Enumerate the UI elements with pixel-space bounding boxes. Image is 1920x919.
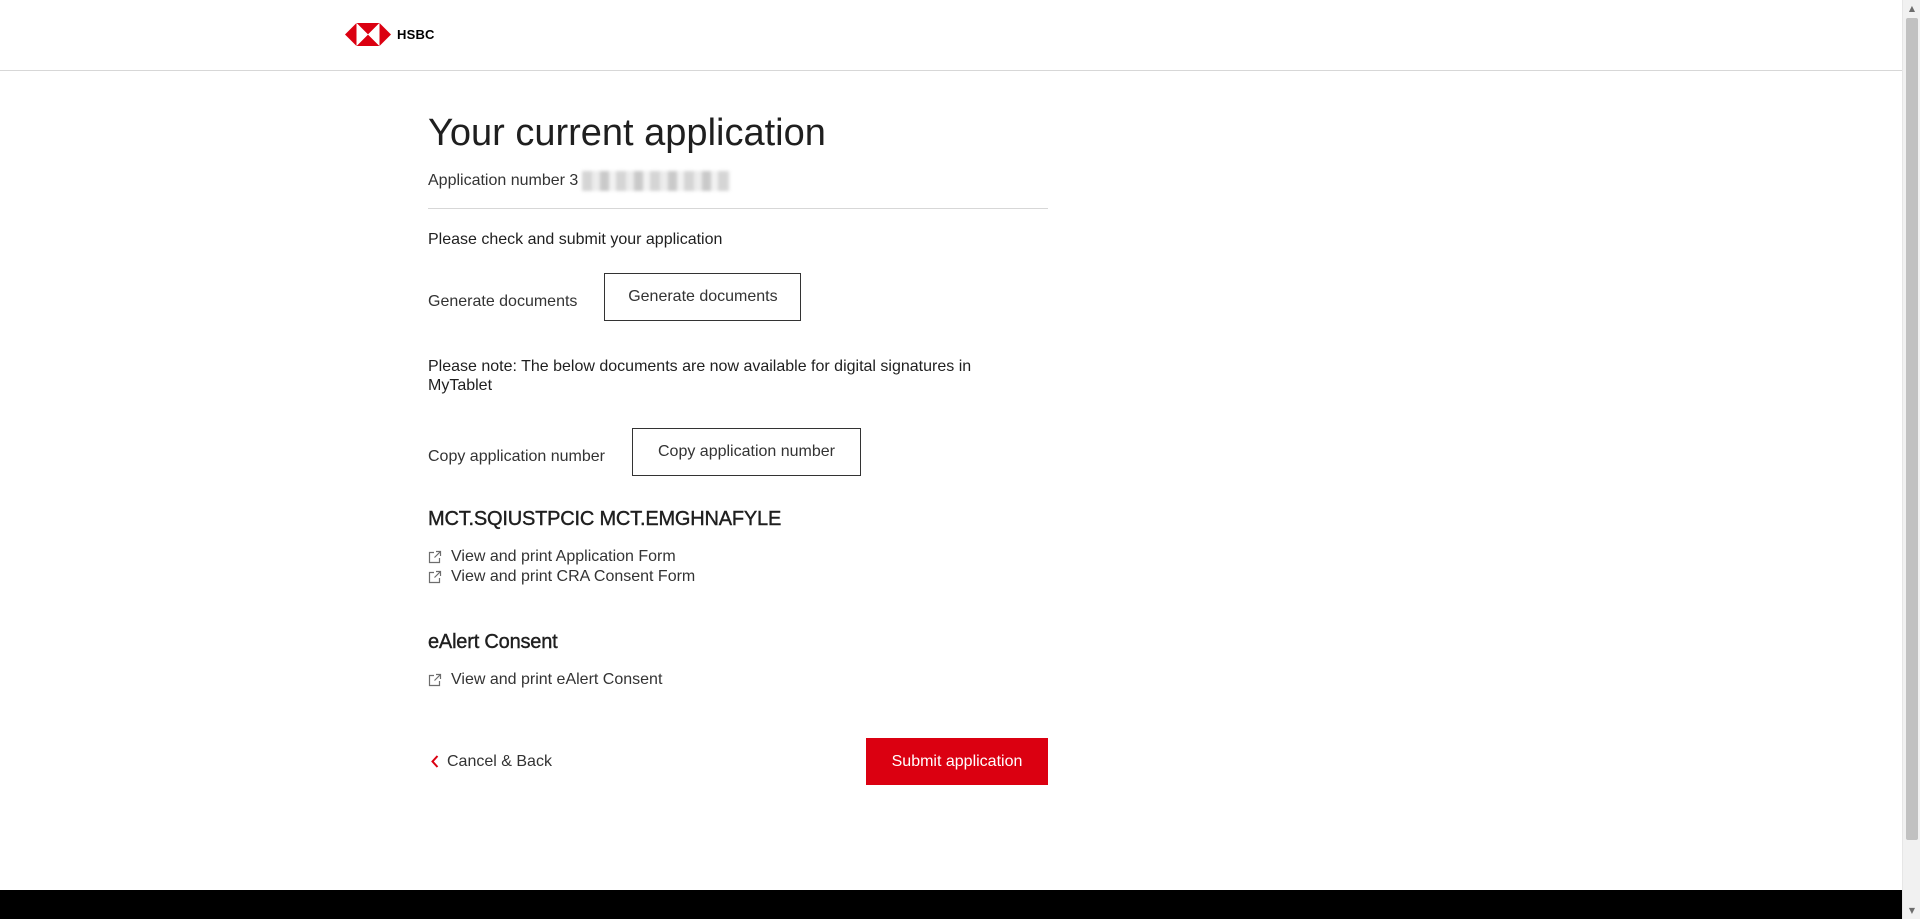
redacted-application-number [582, 171, 731, 191]
view-application-form-link[interactable]: View and print Application Form [428, 547, 1048, 567]
generate-documents-label: Generate documents [428, 292, 578, 310]
main-content: Your current application Application num… [428, 110, 1048, 785]
form-actions: Cancel & Back Submit application [428, 738, 1048, 785]
divider [428, 208, 1048, 209]
scroll-up-arrow-icon[interactable]: ▲ [1903, 0, 1920, 17]
section-heading-ealert: eAlert Consent [428, 631, 558, 653]
applicant-documents-list: View and print Application Form View and… [428, 547, 1048, 587]
view-cra-consent-form-label: View and print CRA Consent Form [451, 568, 696, 585]
section-heading-applicant: MCT.SQIUSTPCIC MCT.EMGHNAFYLE [428, 508, 782, 530]
note-text: Please note: The below documents are now… [428, 358, 972, 394]
instruction-text: Please check and submit your application [428, 231, 723, 248]
hsbc-logo[interactable]: HSBC [345, 23, 435, 46]
view-ealert-consent-label: View and print eAlert Consent [451, 671, 663, 688]
external-link-icon [428, 570, 442, 584]
vertical-scrollbar[interactable]: ▲ ▼ [1902, 0, 1920, 919]
chevron-left-icon [431, 755, 439, 768]
page-title: Your current application [428, 112, 826, 154]
cancel-back-label: Cancel & Back [447, 752, 552, 770]
scroll-down-arrow-icon[interactable]: ▼ [1903, 902, 1920, 919]
view-application-form-label: View and print Application Form [451, 548, 676, 565]
page-footer [0, 890, 1902, 919]
submit-application-button[interactable]: Submit application [866, 738, 1048, 785]
scroll-thumb[interactable] [1906, 18, 1918, 840]
application-number-label: Application number 3 [428, 172, 579, 189]
generate-documents-button[interactable]: Generate documents [604, 273, 802, 321]
application-number: Application number 3 [428, 171, 1048, 191]
copy-application-number-label: Copy application number [428, 447, 605, 465]
external-link-icon [428, 673, 442, 687]
copy-application-number-button[interactable]: Copy application number [632, 428, 861, 476]
generate-documents-row: Generate documents Generate documents [428, 273, 1048, 321]
ealert-documents-list: View and print eAlert Consent [428, 670, 1048, 690]
view-cra-consent-form-link[interactable]: View and print CRA Consent Form [428, 567, 1048, 587]
copy-application-number-row: Copy application number Copy application… [428, 428, 1048, 476]
hsbc-hexagon-icon [345, 23, 391, 46]
cancel-back-link[interactable]: Cancel & Back [431, 753, 552, 771]
view-ealert-consent-link[interactable]: View and print eAlert Consent [428, 670, 1048, 690]
top-header: HSBC [0, 0, 1902, 71]
external-link-icon [428, 550, 442, 564]
logo-text: HSBC [397, 27, 435, 42]
